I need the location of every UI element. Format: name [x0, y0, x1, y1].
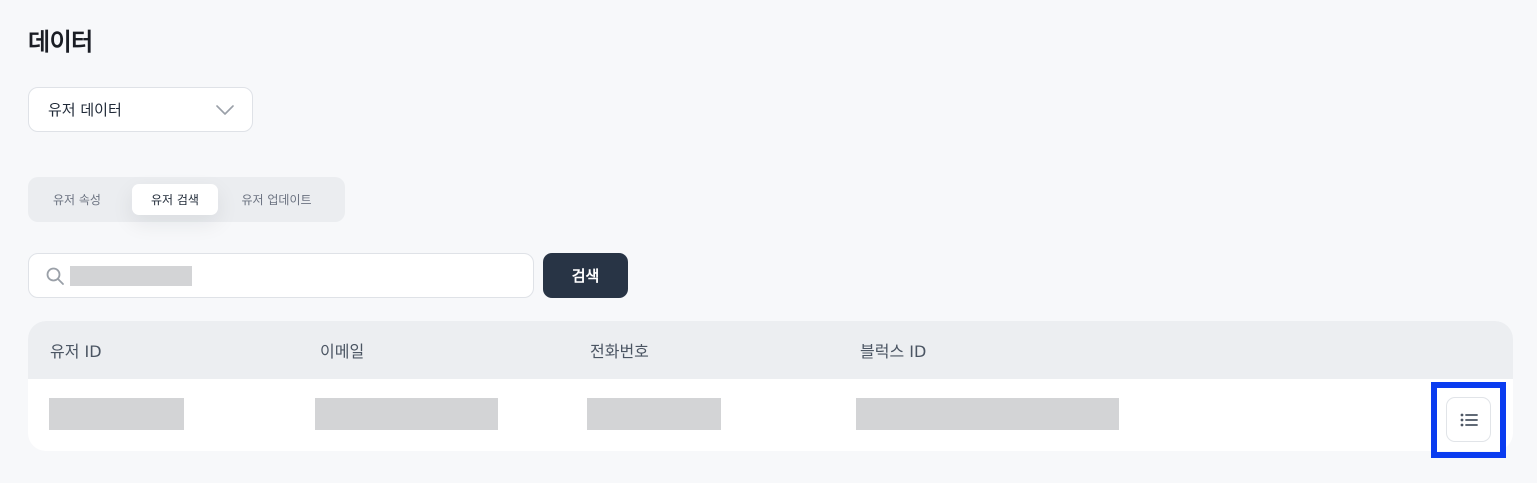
row-detail-button[interactable] [1446, 397, 1491, 442]
chevron-down-icon [216, 104, 234, 115]
tab-user-attributes[interactable]: 유저 속성 [34, 184, 120, 215]
column-header-email: 이메일 [320, 342, 365, 361]
cell-phone-redacted [587, 398, 721, 430]
tab-user-search[interactable]: 유저 검색 [132, 184, 218, 215]
table-header: 유저 ID 이메일 전화번호 블럭스 ID [28, 321, 1513, 379]
data-type-dropdown[interactable]: 유저 데이터 [28, 87, 253, 132]
table-row [28, 379, 1513, 451]
dropdown-selected-value: 유저 데이터 [48, 101, 122, 119]
search-button[interactable]: 검색 [543, 253, 628, 298]
search-icon [46, 267, 64, 285]
cell-blux-id-redacted [856, 398, 1119, 430]
cell-email-redacted [315, 398, 498, 430]
cell-user-id-redacted [49, 398, 184, 430]
column-header-phone: 전화번호 [590, 342, 649, 361]
search-input[interactable] [28, 253, 534, 298]
list-icon [1460, 413, 1478, 426]
data-page: 데이터 유저 데이터 유저 속성 유저 검색 유저 업데이트 검색 유저 ID … [0, 0, 1537, 483]
search-input-value-redacted [70, 265, 192, 286]
tab-user-update[interactable]: 유저 업데이트 [220, 184, 333, 215]
user-table: 유저 ID 이메일 전화번호 블럭스 ID [28, 321, 1513, 451]
page-title: 데이터 [28, 28, 93, 56]
column-header-user-id: 유저 ID [50, 342, 102, 361]
column-header-blux-id: 블럭스 ID [860, 342, 927, 361]
user-tabs: 유저 속성 유저 검색 유저 업데이트 [28, 177, 345, 222]
